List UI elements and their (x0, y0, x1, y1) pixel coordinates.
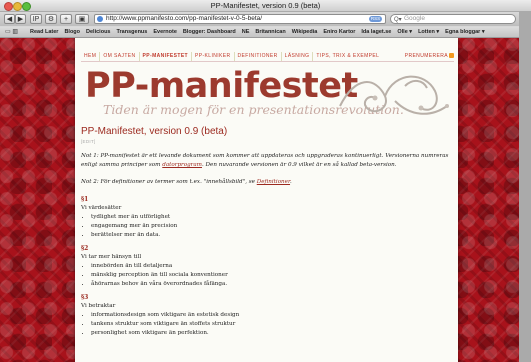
nav-item[interactable]: HEM (81, 52, 101, 61)
list-item: tankens struktur som viktigare än stoffe… (91, 320, 451, 329)
list-item: tydlighet mer än utförlighet (91, 213, 451, 222)
bookmark-item[interactable]: Delicious (86, 29, 110, 35)
rss-icon (449, 53, 454, 58)
ip-button[interactable]: IP (30, 14, 42, 24)
address-bar[interactable]: http://www.ppmanifesto.com/pp-manifestet… (94, 14, 386, 24)
bookmark-item[interactable]: Ida laget.se (361, 29, 391, 35)
manifesto-sections: §1 Vi värdesätter tydlighet mer än utförli… (81, 195, 451, 338)
bookmark-item[interactable]: Eniro Kartor (323, 29, 355, 35)
section-intro: Vi tar mer hänsyn till (81, 254, 142, 260)
rss-button[interactable]: RSS (369, 16, 382, 22)
page-viewport: HEM OM SAJTEN PP-MANIFESTET PP-KLINIKER DEFI… (0, 38, 519, 362)
bookmarks-bar: ▭ ▥ Read Later Blogo Delicious Transgenus Ev… (0, 27, 531, 38)
section-list: innebörden än till detaljernamänsklig pe… (81, 262, 451, 289)
section-intro: Vi värdesätter (81, 205, 122, 211)
site-logo[interactable]: PP-manifestet (85, 68, 358, 104)
search-placeholder: Google (404, 15, 425, 22)
search-field[interactable]: Q▾ Google (390, 14, 516, 24)
window-title: PP-Manifestet, version 0.9 (beta) (210, 1, 321, 10)
lock-icon[interactable]: ▣ (75, 14, 89, 24)
list-item: engagemang mer än precision (91, 222, 451, 231)
back-button[interactable]: ◀ (4, 14, 15, 24)
section-number: §3 (81, 294, 89, 301)
nav-item[interactable]: LÄSNING (282, 52, 314, 61)
bookmark-item[interactable]: Britannican (255, 29, 285, 35)
nav-item[interactable]: PP-KLINIKER (192, 52, 235, 61)
bookmark-item[interactable]: Transgenus (116, 29, 147, 35)
bookmark-item[interactable]: Olle ▾ (397, 29, 412, 35)
list-item: mänsklig perception än till sociala konv… (91, 271, 451, 280)
bookmarks-icon[interactable]: ▭ ▥ (5, 27, 18, 37)
list-item: personlighet som viktigare än perfektion… (91, 329, 451, 338)
bookmark-item[interactable]: Blogo (64, 29, 80, 35)
section-number: §2 (81, 245, 89, 252)
bookmark-item[interactable]: NE (242, 29, 250, 35)
note-1: Not 1: PP-manifestet är ett levande doku… (81, 153, 449, 168)
add-bookmark-button[interactable]: + (60, 14, 72, 24)
browser-toolbar: ◀ ▶ IP ⚙ + ▣ http://www.ppmanifesto.com/… (0, 12, 531, 26)
bookmark-item[interactable]: Evernote (153, 29, 177, 35)
list-item: innebörden än till detaljerna (91, 262, 451, 271)
bookmarks-list: Read Later Blogo Delicious Transgenus Everno… (30, 27, 491, 37)
section-list: informationsdesign som viktigare än este… (81, 311, 451, 338)
bookmark-item[interactable]: Blogger: Dashboard (183, 29, 236, 35)
forward-button[interactable]: ▶ (15, 14, 26, 24)
section-intro: Vi betraktar (81, 303, 116, 309)
post-title: PP-Manifestet, version 0.9 (beta) (81, 126, 228, 137)
globe-icon (97, 16, 103, 22)
datorprogram-link[interactable]: datorprogram (162, 162, 202, 168)
section-list: tydlighet mer än utförlighetengagemang m… (81, 213, 451, 240)
list-item: informationsdesign som viktigare än este… (91, 311, 451, 320)
bookmark-item[interactable]: Read Later (30, 29, 58, 35)
list-item: berättelser mer än data. (91, 231, 451, 240)
post-content: Not 1: PP-manifestet är ett levande doku… (81, 152, 451, 342)
window-titlebar: PP-Manifestet, version 0.9 (beta) (0, 0, 531, 12)
window-edge (519, 12, 531, 362)
list-item: åhörarnas behov än våra överordnades fåf… (91, 280, 451, 289)
nav-item[interactable]: PP-MANIFESTET (140, 52, 193, 61)
nav-item[interactable]: OM SAJTEN (100, 52, 140, 61)
edit-link[interactable]: [EDIT] (81, 139, 96, 144)
note-2: Not 2: För definitioner av termer som t.… (81, 179, 292, 185)
url-text: http://www.ppmanifesto.com/pp-manifestet… (106, 15, 263, 22)
bookmark-item[interactable]: Wikipedia (292, 29, 318, 35)
ornament-icon (339, 75, 449, 115)
subscribe-link[interactable]: PRENUMERERA (405, 52, 454, 61)
nav-item[interactable]: TIPS, TRIX & EXEMPEL (313, 52, 382, 61)
bookmark-item[interactable]: Egna bloggar ▾ (445, 29, 484, 35)
page-sheet: HEM OM SAJTEN PP-MANIFESTET PP-KLINIKER DEFI… (75, 38, 458, 362)
search-icon: Q▾ (394, 17, 402, 23)
site-nav: HEM OM SAJTEN PP-MANIFESTET PP-KLINIKER DEFI… (81, 52, 454, 62)
definitioner-link[interactable]: Definitioner (257, 179, 290, 185)
section-number: §1 (81, 196, 89, 203)
settings-icon[interactable]: ⚙ (45, 14, 57, 24)
bookmark-item[interactable]: Lotten ▾ (418, 29, 439, 35)
nav-item[interactable]: DEFINITIONER (235, 52, 282, 61)
